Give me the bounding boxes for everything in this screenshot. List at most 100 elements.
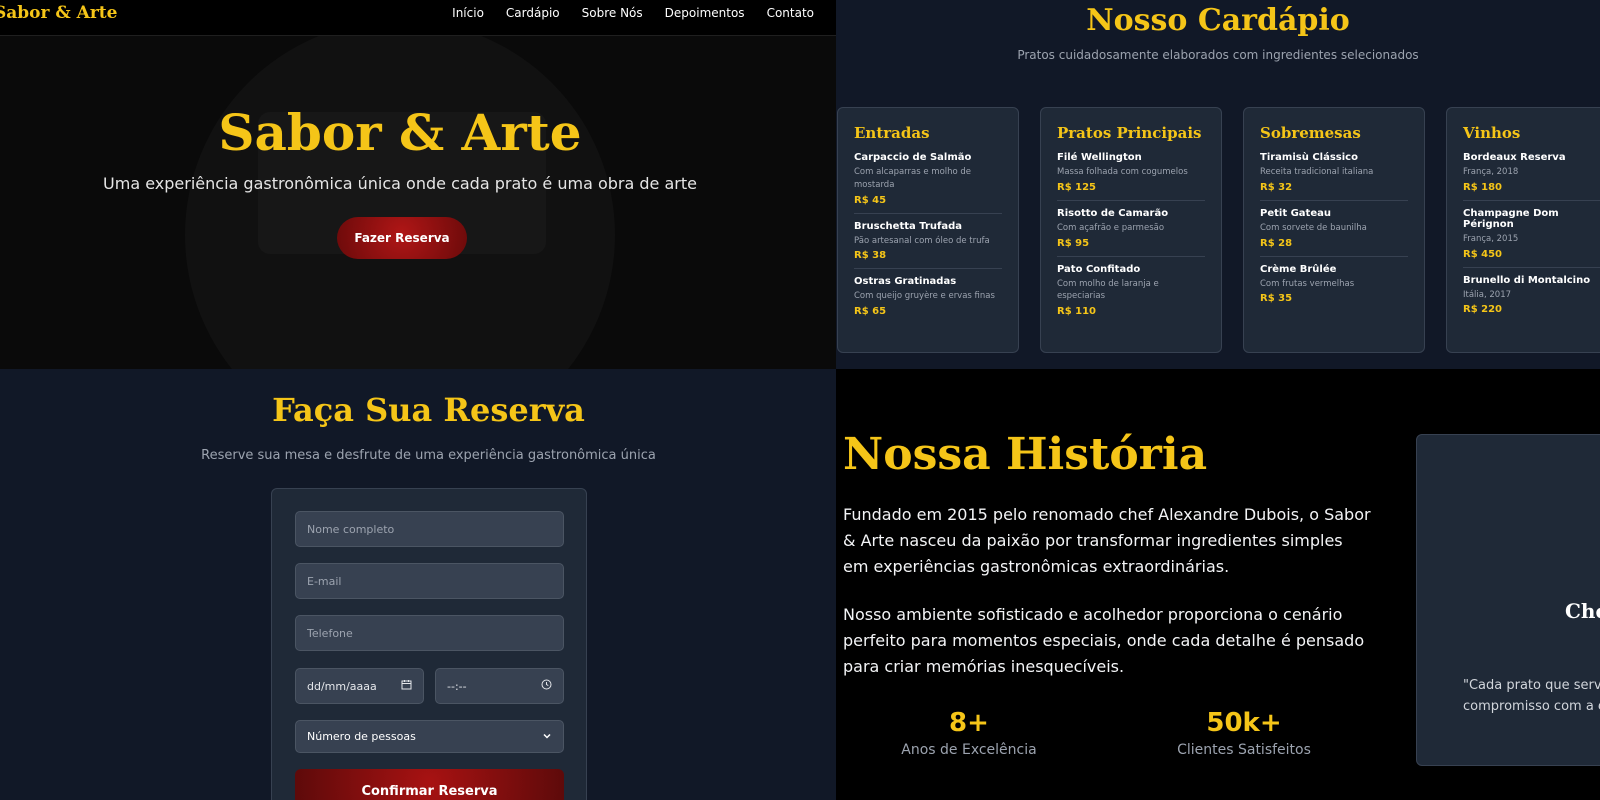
stat-label: Clientes Satisfeitos — [1177, 742, 1311, 758]
nav-link-sobre[interactable]: Sobre Nós — [582, 6, 643, 20]
reservation-title: Faça Sua Reserva — [272, 391, 585, 429]
history-title: Nossa História — [843, 429, 1208, 480]
menu-section: Nosso Cardápio Pratos cuidadosamente ela… — [836, 0, 1600, 369]
item-desc: Com queijo gruyère e ervas finas — [854, 291, 995, 302]
menu-item: Ostras Gratinadas Com queijo gruyère e er… — [854, 276, 1002, 324]
item-desc: Com molho de laranja e especiarias — [1057, 278, 1159, 302]
item-desc: Receita tradicional italiana — [1260, 167, 1374, 177]
reservation-section: Faça Sua Reserva Reserve sua mesa e desf… — [0, 369, 836, 800]
item-desc: Massa folhada com cogumelos — [1057, 167, 1188, 177]
hero-title: Sabor & Arte — [218, 103, 582, 162]
item-name: Filé Wellington — [1057, 152, 1142, 163]
item-price: R$ 125 — [1057, 181, 1097, 193]
menu-card-vinhos: Vinhos Bordeaux Reserva França, 2018 R$ 18… — [1446, 107, 1600, 353]
menu-title: Nosso Cardápio — [1086, 3, 1350, 38]
date-value: dd/mm/aaaa — [307, 679, 377, 693]
reserve-button[interactable]: Fazer Reserva — [337, 217, 467, 259]
menu-card-entradas: Entradas Carpaccio de Salmão Com alcaparr… — [837, 107, 1019, 353]
chef-quote-line-2: compromisso com a ex — [1463, 699, 1600, 714]
menu-item: Risotto de Camarão Com açafrão e parmesão… — [1057, 208, 1205, 257]
menu-item: Tiramisù Clássico Receita tradicional ita… — [1260, 152, 1408, 201]
chef-card: Che "Cada prato que serv compromisso com… — [1416, 434, 1600, 766]
brand-logo[interactable]: Sabor & Arte — [0, 3, 117, 23]
item-price: R$ 28 — [1260, 237, 1293, 249]
item-name: Petit Gateau — [1260, 207, 1331, 219]
menu-card-sobremesas: Sobremesas Tiramisù Clássico Receita trad… — [1243, 107, 1425, 353]
nav-link-inicio[interactable]: Início — [452, 6, 484, 20]
menu-item: Filé Wellington Massa folhada com cogumel… — [1057, 152, 1205, 201]
item-desc: Com sorvete de baunilha — [1260, 222, 1367, 233]
card-title: Pratos Principais — [1057, 124, 1202, 142]
item-price: R$ 450 — [1463, 248, 1503, 260]
menu-item: Brunello di Montalcino Itália, 2017 R$ 220 — [1463, 275, 1600, 323]
menu-item: Crème Brûlée Com frutas vermelhas R$ 35 — [1260, 264, 1408, 312]
item-price: R$ 32 — [1260, 181, 1293, 193]
menu-item: Champagne Dom Pérignon França, 2015 R$ 450 — [1463, 208, 1600, 268]
item-price: R$ 38 — [854, 250, 887, 262]
time-field[interactable]: --:-- — [435, 668, 564, 704]
chef-name: Che — [1565, 599, 1600, 623]
history-paragraph-2: Nosso ambiente sofisticado e acolhedor p… — [843, 605, 1365, 676]
item-price: R$ 110 — [1057, 306, 1097, 317]
item-price: R$ 220 — [1463, 304, 1503, 316]
item-name: Brunello di Montalcino — [1463, 274, 1591, 286]
item-price: R$ 35 — [1260, 293, 1293, 305]
item-price: R$ 95 — [1057, 237, 1090, 249]
time-value: --:-- — [447, 679, 467, 693]
item-desc: França, 2015 — [1463, 233, 1519, 244]
card-title: Vinhos — [1463, 124, 1521, 142]
guests-selected-value: Número de pessoas — [307, 730, 416, 743]
menu-subtitle: Pratos cuidadosamente elaborados com ing… — [1017, 48, 1419, 62]
card-title: Sobremesas — [1260, 124, 1361, 142]
item-name: Risotto de Camarão — [1057, 207, 1169, 219]
confirm-reservation-button[interactable]: Confirmar Reserva — [295, 769, 564, 800]
menu-item: Bordeaux Reserva França, 2018 R$ 180 — [1463, 152, 1600, 201]
item-price: R$ 65 — [854, 306, 887, 317]
item-name: Champagne Dom Pérignon — [1463, 207, 1559, 230]
item-name: Bruschetta Trufada — [854, 220, 963, 232]
item-name: Pato Confitado — [1057, 263, 1141, 275]
reservation-form: dd/mm/aaaa --:-- Número de pessoas Confi… — [271, 488, 587, 800]
stat-clients: 50k+ Clientes Satisfeitos — [1124, 708, 1364, 758]
hero-subtitle: Uma experiência gastronômica única onde … — [103, 174, 697, 193]
guests-select[interactable]: Número de pessoas — [295, 720, 564, 753]
chevron-down-icon — [542, 730, 552, 743]
item-price: R$ 180 — [1463, 181, 1503, 193]
menu-item: Carpaccio de Salmão Com alcaparras e molh… — [854, 152, 1002, 214]
item-desc: França, 2018 — [1463, 167, 1519, 177]
navbar: Sabor & Arte Início Cardápio Sobre Nós D… — [0, 0, 836, 36]
item-name: Tiramisù Clássico — [1260, 152, 1358, 163]
item-desc: Com alcaparras e molho de mostarda — [854, 167, 972, 190]
clock-icon[interactable] — [541, 679, 552, 693]
nav-link-depoimentos[interactable]: Depoimentos — [665, 6, 745, 20]
reservation-subtitle: Reserve sua mesa e desfrute de uma exper… — [201, 448, 656, 463]
calendar-icon[interactable] — [401, 679, 412, 693]
item-name: Bordeaux Reserva — [1463, 152, 1566, 163]
chef-quote-line-1: "Cada prato que serv — [1463, 678, 1600, 693]
stat-label: Anos de Excelência — [901, 742, 1037, 758]
item-name: Ostras Gratinadas — [854, 276, 957, 288]
stat-number: 50k+ — [1206, 708, 1282, 738]
menu-card-pratos-principais: Pratos Principais Filé Wellington Massa f… — [1040, 107, 1222, 353]
card-title: Entradas — [854, 124, 930, 142]
menu-item: Pato Confitado Com molho de laranja e esp… — [1057, 264, 1205, 325]
hero-section: Sabor & Arte Início Cardápio Sobre Nós D… — [0, 0, 836, 369]
phone-field[interactable] — [295, 615, 564, 651]
item-desc: Com frutas vermelhas — [1260, 278, 1355, 289]
email-field[interactable] — [295, 563, 564, 599]
item-price: R$ 45 — [854, 194, 887, 206]
stat-number: 8+ — [949, 708, 989, 738]
name-field[interactable] — [295, 511, 564, 547]
nav-link-contato[interactable]: Contato — [767, 6, 814, 20]
nav-links: Início Cardápio Sobre Nós Depoimentos Co… — [452, 6, 814, 20]
stat-years: 8+ Anos de Excelência — [849, 708, 1089, 758]
nav-link-cardapio[interactable]: Cardápio — [506, 6, 560, 20]
date-field[interactable]: dd/mm/aaaa — [295, 668, 424, 704]
item-name: Carpaccio de Salmão — [854, 152, 972, 163]
item-desc: Pão artesanal com óleo de trufa — [854, 235, 990, 246]
menu-cards: Entradas Carpaccio de Salmão Com alcaparr… — [837, 107, 1600, 353]
item-name: Crème Brûlée — [1260, 263, 1337, 275]
item-desc: Com açafrão e parmesão — [1057, 222, 1165, 233]
item-desc: Itália, 2017 — [1463, 289, 1512, 300]
menu-item: Bruschetta Trufada Pão artesanal com óleo… — [854, 221, 1002, 270]
